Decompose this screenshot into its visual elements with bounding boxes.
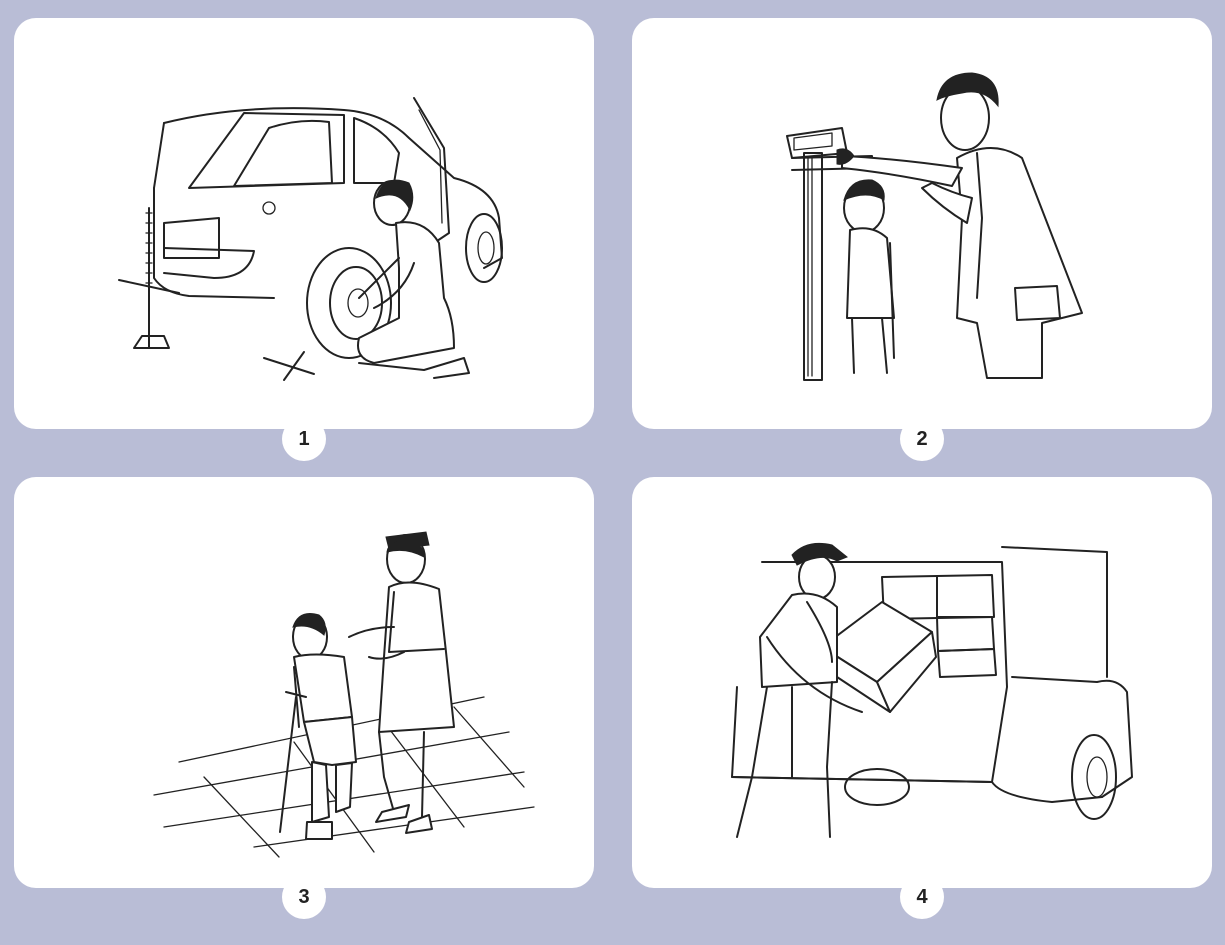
panel-number-1: 1 — [282, 417, 326, 461]
panel-number-4: 4 — [900, 875, 944, 919]
loading-truck-illustration — [731, 542, 1133, 838]
panel-2 — [632, 18, 1212, 429]
crutch-walking-illustration — [153, 531, 535, 858]
changing-tire-illustration — [118, 97, 503, 381]
measuring-height-illustration — [786, 72, 1083, 381]
panel-3 — [14, 477, 594, 888]
panel-number-2: 2 — [900, 417, 944, 461]
panel-1 — [14, 18, 594, 429]
panel-number-3: 3 — [282, 875, 326, 919]
panel-4 — [632, 477, 1212, 888]
